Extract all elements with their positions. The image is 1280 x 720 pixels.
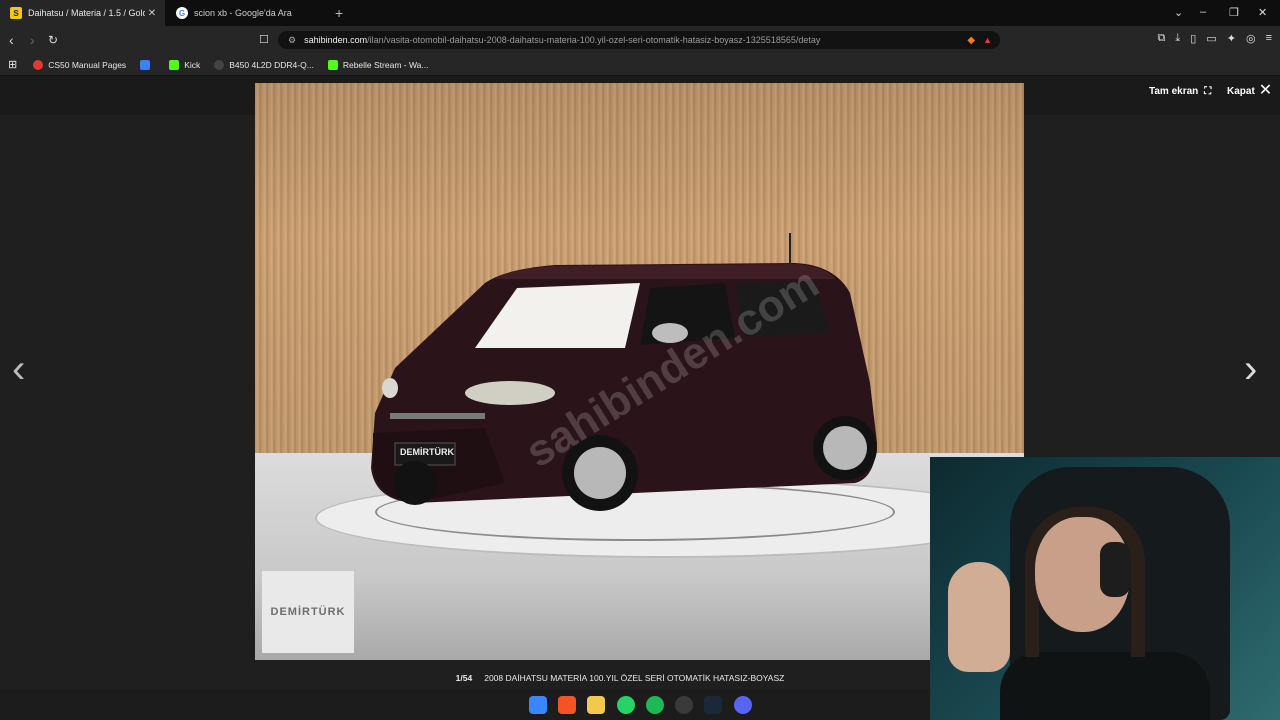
reload-icon[interactable]: ↻ [48,33,58,47]
kick-icon [169,59,180,70]
tab-search-chevron-icon[interactable]: ⌄ [1174,6,1183,19]
toolbar-icons: ⧉ ⤓ ▯ ▭ ✦ ◎ ≡ [1158,32,1272,45]
bookmark-label: B450 4L2D DDR4-Q... [229,59,314,70]
site-info-icon[interactable]: ⚙ [288,35,296,46]
fullscreen-label: Tam ekran [1149,86,1199,97]
bookmark-label: Kick [184,59,201,70]
tab-title: Daihatsu / Materia / 1.5 / Gold / [28,8,145,18]
bookmark-b450[interactable]: B450 4L2D DDR4-Q... [214,59,314,70]
headset [1100,542,1130,597]
wallet-icon[interactable]: ▭ [1206,32,1216,45]
fullscreen-button[interactable]: Tam ekran ⛶ [1149,86,1211,97]
new-tab-plus-icon[interactable]: + [335,5,343,21]
webcam-overlay [930,457,1280,720]
minimize-icon[interactable]: – [1200,6,1206,18]
next-photo-arrow-icon[interactable]: › [1244,347,1257,392]
bookmark-icon[interactable]: ☐ [259,33,269,46]
extensions-icon[interactable]: ⧉ [1158,32,1166,45]
car-photo: DEMİRTÜRK sahibinden.com DEMİRTÜRK [255,83,1024,660]
url-path: /ilan/vasita-otomobil-daihatsu-2008-daih… [367,35,821,45]
tab-strip: S Daihatsu / Materia / 1.5 / Gold / ✕ G … [0,0,1280,26]
bookmark-kick[interactable]: Kick [169,59,201,70]
brave-shields-icon[interactable]: ◆ [967,35,975,46]
tab-title: scion xb - Google'da Ara [194,8,292,18]
restore-icon[interactable]: ❐ [1229,6,1239,19]
kick-icon [327,59,338,70]
previous-photo-arrow-icon[interactable]: ‹ [12,347,25,392]
obs-icon[interactable] [675,696,693,714]
bookmark-blue[interactable] [140,59,155,70]
forward-icon[interactable]: › [30,32,35,48]
cs50-icon [33,59,44,70]
windows-taskbar [0,689,930,720]
bookmark-rebelle[interactable]: Rebelle Stream - Wa... [327,59,429,70]
brave-rewards-icon[interactable]: ▲ [983,35,992,45]
steam-icon[interactable] [704,696,722,714]
photo-counter: 1/54 [455,673,473,683]
window-close-icon[interactable]: ✕ [1258,6,1267,19]
vpn-icon[interactable]: ◎ [1246,32,1256,45]
page-icon [214,59,225,70]
close-icon: ✕ [1258,82,1273,99]
discord-icon[interactable] [734,696,752,714]
bookmark-label: Rebelle Stream - Wa... [342,59,429,70]
tab-google-search[interactable]: G scion xb - Google'da Ara [166,0,326,26]
sidebar-icon[interactable]: ▯ [1190,32,1196,45]
close-label: Kapat [1227,85,1255,97]
dealer-logo: DEMİRTÜRK [262,571,354,653]
bookmark-cs50[interactable]: CS50 Manual Pages [33,59,127,70]
brave-taskbar-icon[interactable] [558,696,576,714]
bookmark-label: CS50 Manual Pages [48,59,127,70]
downloads-icon[interactable]: ⤓ [1175,32,1180,45]
fullscreen-icon: ⛶ [1204,86,1212,97]
person-body [1000,652,1210,720]
url-host: sahibinden.com [304,35,368,45]
windows-start-icon[interactable] [529,696,547,714]
apps-grid-icon[interactable]: ⊞ [8,58,17,71]
bookmark-blue-icon [140,59,151,70]
photo-title: 2008 DAİHATSU MATERİA 100.YIL ÖZEL SERİ … [484,673,785,683]
plate-text: DEMİRTÜRK [400,447,454,457]
close-viewer-button[interactable]: Kapat ✕ [1227,82,1273,99]
spotify-icon[interactable] [646,696,664,714]
back-icon[interactable]: ‹ [9,32,14,48]
google-favicon-icon: G [176,7,188,19]
tab-sahibinden[interactable]: S Daihatsu / Materia / 1.5 / Gold / ✕ [0,0,165,26]
leo-ai-icon[interactable]: ✦ [1227,32,1236,45]
waving-hand [948,562,1010,672]
file-explorer-icon[interactable] [587,696,605,714]
sahibinden-favicon-icon: S [10,7,22,19]
address-bar[interactable]: ⚙ sahibinden.com /ilan/vasita-otomobil-d… [278,31,1000,49]
menu-icon[interactable]: ≡ [1266,32,1272,45]
bookmarks-bar: ⊞ CS50 Manual Pages Kick B450 4L2D DDR4-… [0,54,1280,76]
whatsapp-icon[interactable] [617,696,635,714]
tab-close-icon[interactable]: ✕ [145,8,159,19]
